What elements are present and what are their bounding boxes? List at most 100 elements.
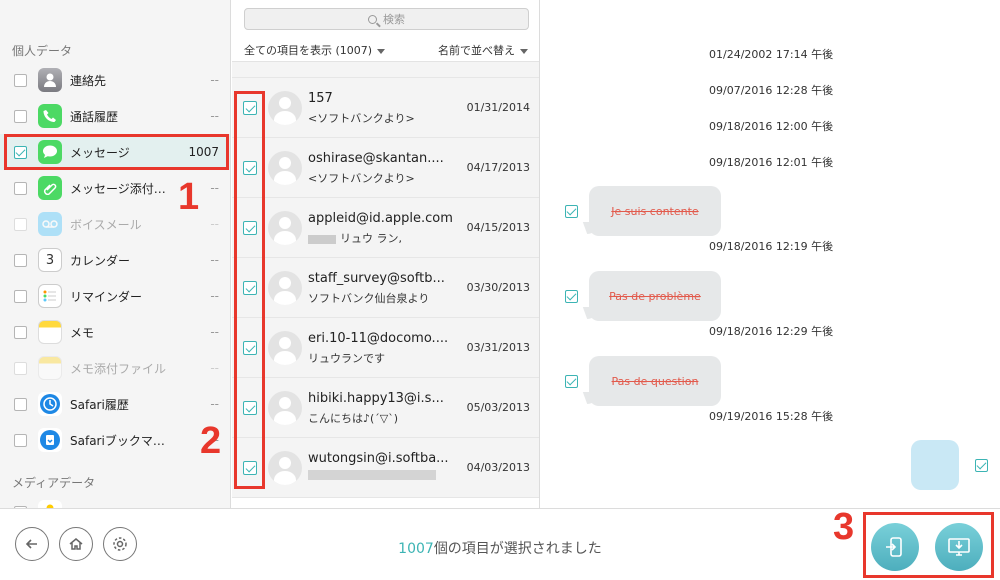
selected-text: 個の項目が選択されました: [433, 541, 602, 557]
message-list-panel: 検索 全ての項目を表示 (1007) 名前で並べ替え 157 <ソフトバンクより…: [232, 0, 540, 508]
sidebar-item-contacts[interactable]: 連絡先 --: [0, 62, 230, 98]
message-checkbox[interactable]: [565, 205, 578, 218]
contact-name: staff_survey@softb...: [308, 271, 445, 286]
selection-status: 1007個の項目が選択されました: [340, 538, 660, 558]
home-button[interactable]: [59, 527, 93, 561]
message-date: 04/15/2013: [466, 221, 530, 234]
list-item[interactable]: appleid@id.apple.com リュウ ラン, 04/15/2013: [232, 198, 539, 258]
message-checkbox[interactable]: [975, 459, 988, 472]
sidebar-item-photos[interactable]: [0, 494, 230, 508]
filter-dropdown[interactable]: 全ての項目を表示 (1007): [244, 42, 386, 58]
timestamp: 09/18/2016 12:01 午後: [709, 156, 834, 169]
contact-name: hibiki.happy13@i.s...: [308, 391, 444, 406]
checkbox[interactable]: [14, 217, 27, 231]
list-item[interactable]: wutongsin@i.softba... 04/03/2013: [232, 438, 539, 498]
item-count: --: [210, 361, 219, 375]
avatar: [268, 91, 302, 125]
sidebar-item-notes-attachments[interactable]: メモ添付ファイル --: [0, 350, 230, 386]
sidebar-item-label: メモ: [70, 325, 95, 340]
sidebar-item-call-history[interactable]: 通話履歴 --: [0, 98, 230, 134]
list-item[interactable]: oshirase@skantan.... <ソフトバンクより> 04/17/20…: [232, 138, 539, 198]
message-date: 03/31/2013: [466, 341, 530, 354]
sidebar-item-label: 連絡先: [70, 73, 107, 88]
sidebar-item-label: リマインダー: [70, 289, 143, 304]
item-count: --: [210, 325, 219, 339]
checkbox[interactable]: [14, 433, 27, 447]
message-preview: こんにちは♪(´▽`): [308, 412, 399, 425]
voicemail-icon: [38, 212, 62, 236]
sidebar-item-notes[interactable]: メモ --: [0, 314, 230, 350]
notes-icon: [38, 320, 62, 344]
contact-name: 157: [308, 91, 333, 106]
avatar: [268, 391, 302, 425]
timestamp: 09/07/2016 12:28 午後: [709, 84, 834, 97]
list-item[interactable]: 157 <ソフトバンクより> 01/31/2014: [232, 78, 539, 138]
photos-icon: [38, 500, 62, 508]
timestamp: 09/18/2016 12:29 午後: [709, 325, 834, 338]
message-preview: ソフトバンク仙台泉より: [308, 292, 430, 305]
chevron-down-icon: [520, 48, 528, 54]
callout-number-3: 3: [833, 506, 855, 548]
sidebar-item-reminders[interactable]: リマインダー --: [0, 278, 230, 314]
callout-number-2: 2: [200, 420, 222, 462]
sidebar-item-label: メモ添付ファイル: [70, 361, 167, 376]
settings-button[interactable]: [103, 527, 137, 561]
section-title-personal: 個人データ: [12, 44, 73, 58]
search-input[interactable]: 検索: [244, 8, 529, 30]
notes-attachment-icon: [38, 356, 62, 380]
back-button[interactable]: [15, 527, 49, 561]
highlight-box-2: [234, 91, 265, 489]
checkbox[interactable]: [14, 361, 27, 375]
checkbox[interactable]: [14, 289, 27, 303]
search-icon: [368, 14, 377, 24]
section-title-media: メディアデータ: [12, 476, 96, 490]
sidebar-item-safari-history[interactable]: Safari履歴 --: [0, 386, 230, 422]
message-bubble: Pas de question: [589, 356, 721, 406]
checkbox[interactable]: [14, 181, 27, 195]
safari-history-icon: [38, 392, 62, 416]
highlight-box-3: [863, 512, 994, 578]
avatar: [268, 271, 302, 305]
timestamp: 09/18/2016 12:00 午後: [709, 120, 834, 133]
message-checkbox[interactable]: [565, 290, 578, 303]
list-item-partial: [232, 62, 539, 78]
message-checkbox[interactable]: [565, 375, 578, 388]
timestamp: 09/18/2016 12:19 午後: [709, 240, 834, 253]
sidebar-item-calendar[interactable]: 3 カレンダー --: [0, 242, 230, 278]
message-date: 01/31/2014: [466, 101, 530, 114]
item-count: --: [210, 289, 219, 303]
contact-name: wutongsin@i.softba...: [308, 451, 449, 466]
sidebar-item-label: Safariブックマ…: [70, 433, 165, 448]
contact-name: appleid@id.apple.com: [308, 211, 453, 226]
item-count: --: [210, 253, 219, 267]
item-count: --: [210, 217, 219, 231]
sidebar-item-safari-bookmarks[interactable]: Safariブックマ… --: [0, 422, 230, 458]
list-item[interactable]: hibiki.happy13@i.s... こんにちは♪(´▽`) 05/03/…: [232, 378, 539, 438]
message-bubble: Je suis contente: [589, 186, 721, 236]
checkbox[interactable]: [14, 73, 27, 87]
reminders-icon: [38, 284, 62, 308]
checkbox[interactable]: [14, 397, 27, 411]
contact-name: eri.10-11@docomo....: [308, 331, 449, 346]
avatar: [268, 211, 302, 245]
contacts-icon: [38, 68, 62, 92]
checkbox[interactable]: [14, 253, 27, 267]
filter-label: 全ての項目を表示 (1007): [244, 44, 373, 57]
item-count: --: [210, 109, 219, 123]
sidebar-item-label: Safari履歴: [70, 397, 129, 412]
sidebar: 個人データ 連絡先 -- 通話履歴 -- メッセージ 1007 メッセージ添付……: [0, 0, 231, 508]
item-count: --: [210, 397, 219, 411]
checkbox[interactable]: [14, 325, 27, 339]
message-preview: <ソフトバンクより>: [308, 112, 415, 125]
message-attachment-icon: [38, 176, 62, 200]
message-bubble-outgoing: [911, 440, 959, 490]
contact-name: oshirase@skantan....: [308, 151, 444, 166]
list-item[interactable]: staff_survey@softb... ソフトバンク仙台泉より 03/30/…: [232, 258, 539, 318]
arrow-left-icon: [25, 539, 37, 549]
sort-label: 名前で並べ替え: [438, 44, 515, 57]
sidebar-item-label: ボイスメール: [70, 217, 142, 232]
sort-dropdown[interactable]: 名前で並べ替え: [438, 42, 528, 58]
checkbox[interactable]: [14, 109, 27, 123]
avatar: [268, 451, 302, 485]
list-item[interactable]: eri.10-11@docomo.... リュウランです 03/31/2013: [232, 318, 539, 378]
